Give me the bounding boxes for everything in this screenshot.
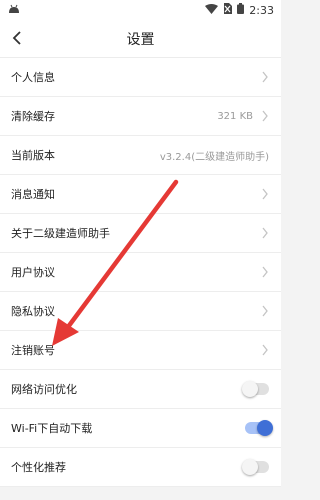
- chevron-right-icon: [262, 110, 268, 122]
- settings-item-privacy-agreement[interactable]: 隐私协议: [0, 292, 281, 331]
- chevron-right-icon: [262, 227, 268, 239]
- wifi-auto-download-toggle[interactable]: [245, 420, 273, 436]
- settings-item-delete-account[interactable]: 注销账号: [0, 331, 281, 370]
- settings-item-label: 个性化推荐: [11, 461, 66, 474]
- toggle-knob: [242, 459, 258, 475]
- toggle-knob: [257, 420, 273, 436]
- network-optimization-toggle[interactable]: [242, 381, 269, 397]
- chevron-right-icon: [262, 344, 268, 356]
- settings-item-label: 清除缓存: [11, 110, 55, 123]
- settings-item-clear-cache[interactable]: 清除缓存 321 KB: [0, 97, 281, 136]
- settings-item-label: 用户协议: [11, 266, 55, 279]
- navigation-bar: 设置: [0, 20, 281, 58]
- settings-item-personal-info[interactable]: 个人信息: [0, 58, 281, 97]
- personalized-recommendations-toggle[interactable]: [242, 459, 269, 475]
- settings-item-current-version: 当前版本 v3.2.4(二级建造师助手): [0, 136, 281, 175]
- settings-item-label: 个人信息: [11, 71, 55, 84]
- settings-list: 个人信息 清除缓存 321 KB 当前版本 v3.2.4(二级建造师助手) 消息…: [0, 58, 281, 487]
- settings-item-label: 关于二级建造师助手: [11, 227, 110, 240]
- back-arrow-icon: [12, 31, 21, 45]
- version-value: v3.2.4(二级建造师助手): [159, 151, 269, 163]
- cache-size-value: 321 KB: [217, 110, 253, 122]
- status-time: 2:33: [249, 3, 274, 17]
- page-title: 设置: [126, 31, 155, 48]
- status-bar: 2:33: [0, 0, 281, 20]
- chevron-right-icon: [262, 71, 268, 83]
- settings-item-personalized-recommendations: 个性化推荐: [0, 448, 281, 487]
- chevron-right-icon: [262, 266, 268, 278]
- settings-item-label: 网络访问优化: [11, 383, 77, 396]
- no-sim-icon: [223, 3, 233, 17]
- settings-item-label: 隐私协议: [11, 305, 55, 318]
- settings-item-label: 消息通知: [11, 188, 55, 201]
- back-button[interactable]: [8, 28, 28, 48]
- settings-item-label: 当前版本: [11, 149, 55, 162]
- toggle-knob: [242, 381, 258, 397]
- chevron-right-icon: [262, 188, 268, 200]
- settings-item-notifications[interactable]: 消息通知: [0, 175, 281, 214]
- chevron-right-icon: [262, 305, 268, 317]
- settings-item-label: 注销账号: [11, 344, 55, 357]
- android-icon: [8, 3, 20, 17]
- wifi-icon: [205, 3, 219, 17]
- settings-item-user-agreement[interactable]: 用户协议: [0, 253, 281, 292]
- settings-item-wifi-auto-download: Wi-Fi下自动下载: [0, 409, 281, 448]
- battery-icon: [237, 3, 245, 17]
- settings-item-about[interactable]: 关于二级建造师助手: [0, 214, 281, 253]
- settings-item-label: Wi-Fi下自动下载: [11, 422, 93, 435]
- settings-item-network-optimization: 网络访问优化: [0, 370, 281, 409]
